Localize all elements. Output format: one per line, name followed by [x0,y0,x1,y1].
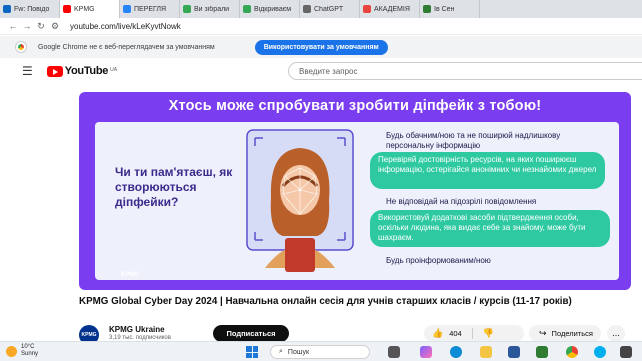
temperature: 10°C [21,344,35,350]
subscribe-button[interactable]: Подписаться [213,325,289,342]
share-label: Поделиться [551,329,593,338]
browser-tab[interactable]: Ів Сен [420,0,480,18]
tab-title: KPMG [74,5,95,13]
taskview-icon[interactable] [388,346,400,358]
share-icon: ↪ [539,328,547,338]
chrome-icon[interactable] [566,346,578,358]
share-button[interactable]: ↪ Поделиться [529,325,601,342]
search-input[interactable]: Введите запрос [288,62,642,80]
tab-favicon-icon [303,5,311,13]
youtube-logo[interactable]: YouTube UA [46,65,118,77]
tip-card: Будь обачним/ною та не поширюй надлишков… [386,131,561,150]
tab-title: АКАДЕМІЯ [374,5,410,13]
browser-tab-bar: Fw: Повідо KPMG ПЕРЕГЛЯ Ви зібрали Відкр… [0,0,642,18]
tip-card: Перевіряй достовірність ресурсів, на яки… [370,152,605,189]
tab-title: Ів Сен [434,5,455,13]
tab-favicon-icon [3,5,11,13]
word-icon[interactable] [508,346,520,358]
youtube-play-icon [46,65,63,77]
video-player[interactable]: Хтось може спробувати зробити діпфейк з … [79,92,631,290]
youtube-header: ☰ YouTube UA Введите запрос [0,60,642,82]
sun-icon [6,345,17,357]
file-explorer-icon[interactable] [480,346,492,358]
tip-card: Використовуй додаткові засоби підтвердже… [370,210,610,247]
youtube-logo-text: YouTube [64,65,109,77]
slide-banner: Хтось може спробувати зробити діпфейк з … [168,98,542,114]
windows-taskbar: 10°C Sunny ⌕ Пошук [0,341,642,361]
site-info-icon[interactable]: ⚙ [48,21,62,32]
tip-card: Не відповідай на підозрілі повідомлення [386,197,537,206]
kpmg-logo: KPMG [121,272,139,278]
app-icon[interactable] [620,346,632,358]
tab-favicon-icon [243,5,251,13]
browser-tab[interactable]: ChatGPT [300,0,360,18]
tip-card: Будь проінформованим/ною [386,256,491,265]
back-arrow-icon[interactable]: ← [6,21,20,31]
reload-icon[interactable]: ↻ [34,21,48,32]
search-icon: ⌕ [279,348,283,355]
tab-title: Відкриваєм [254,5,292,13]
browser-tab[interactable]: АКАДЕМІЯ [360,0,420,18]
browser-tab[interactable]: ПЕРЕГЛЯ [120,0,180,18]
weather-widget[interactable]: 10°C Sunny [6,344,38,358]
tab-title: Fw: Повідо [14,5,50,13]
slide-content: Чи ти пам'ятаєш, як створюються діпфейки… [95,122,619,280]
tab-favicon-icon [183,5,191,13]
hamburger-menu-icon[interactable]: ☰ [22,64,33,78]
like-divider [471,328,473,339]
taskbar-search-label: Пошук [287,348,310,356]
browser-tab[interactable]: Ви зібрали [180,0,240,18]
more-actions-button[interactable]: ... [607,325,625,342]
thumb-up-icon[interactable]: 👍 [432,328,443,339]
forward-arrow-icon[interactable]: → [20,21,34,31]
channel-name[interactable]: KPMG Ukraine [109,325,165,334]
default-browser-infobar: Google Chrome не є веб-переглядачем за у… [0,36,642,58]
tab-title: Ви зібрали [194,5,230,13]
thumb-down-icon[interactable]: 👎 [483,328,494,339]
tab-favicon-icon [63,5,71,13]
weather-condition: Sunny [21,351,39,357]
address-bar: ← → ↻ ⚙ youtube.com/live/kLeKyvtNowk [0,18,642,35]
tab-favicon-icon [423,5,431,13]
tab-favicon-icon [123,5,131,13]
browser-tab[interactable]: Відкриваєм [240,0,300,18]
set-default-button[interactable]: Використовувати за умовчанням [254,39,388,55]
infobar-message: Google Chrome не є веб-переглядачем за у… [38,43,215,51]
windows-start-icon[interactable] [246,346,258,358]
deepfake-face-illustration [246,129,354,272]
browser-tab-active[interactable]: KPMG [60,0,120,18]
url-field[interactable]: youtube.com/live/kLeKyvtNowk [70,22,181,31]
edge-icon[interactable] [450,346,462,358]
like-count: 404 [449,329,462,338]
tab-favicon-icon [363,5,371,13]
region-code: UA [110,67,118,73]
browser-tab[interactable]: Fw: Повідо [0,0,60,18]
chrome-logo-icon [16,42,26,52]
taskbar-search-input[interactable]: ⌕ Пошук [270,345,370,359]
tab-title: ChatGPT [314,5,344,13]
app-icon[interactable] [536,346,548,358]
skype-icon[interactable] [594,346,606,358]
copilot-icon[interactable] [420,346,432,358]
tab-title: ПЕРЕГЛЯ [134,5,167,13]
video-title: KPMG Global Cyber Day 2024 | Навчальна о… [79,296,572,307]
slide-question: Чи ти пам'ятаєш, як створюються діпфейки… [115,165,233,209]
like-dislike-group: 👍 404 👎 [424,325,524,342]
